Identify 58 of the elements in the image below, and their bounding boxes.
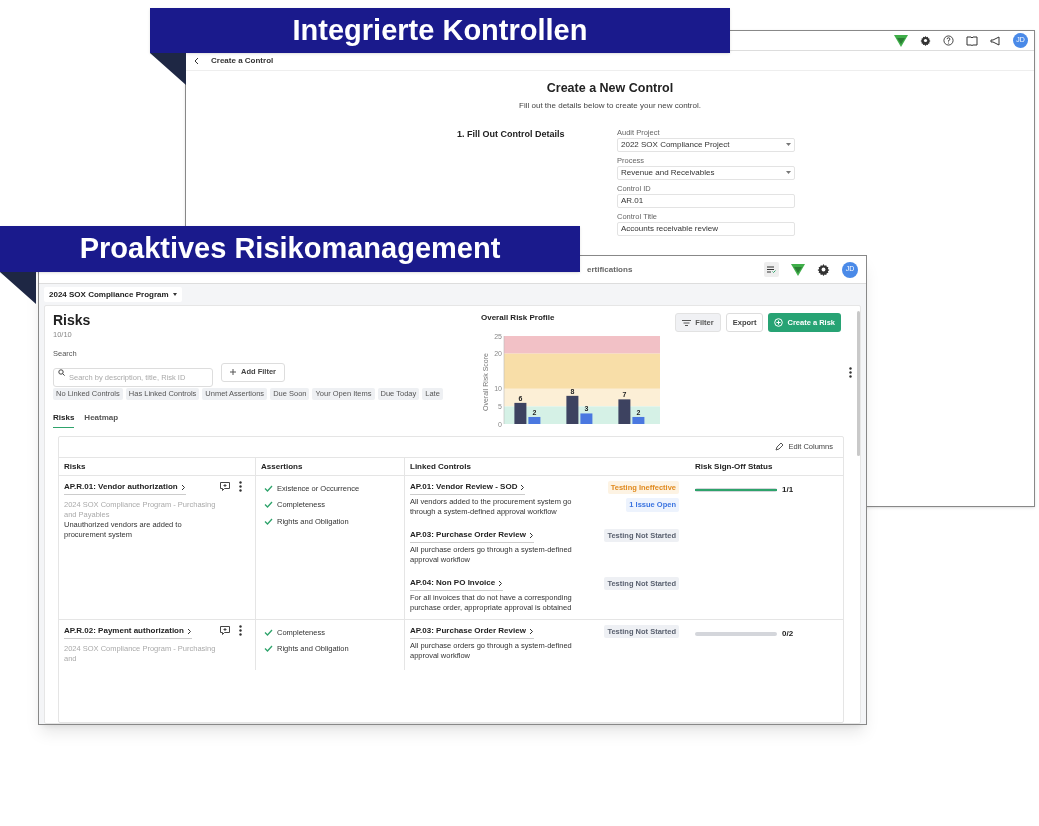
chevron-right-icon xyxy=(180,483,186,491)
task-list-icon[interactable] xyxy=(764,262,779,277)
page-subtitle: Fill out the details below to create your new control. xyxy=(519,99,701,112)
column-header: Linked Controls xyxy=(405,458,690,476)
program-selector[interactable]: 2024 SOX Compliance Program xyxy=(44,287,182,302)
logo-icon[interactable] xyxy=(894,34,908,47)
input-field[interactable]: Accounts receivable review xyxy=(617,221,795,236)
more-options-icon[interactable] xyxy=(239,481,242,492)
dropdown-caret-icon xyxy=(786,143,791,147)
banner-fold xyxy=(150,53,186,85)
section-heading: 1. Fill Out Control Details xyxy=(457,127,566,141)
title-banner: Proaktives Risikomanagement xyxy=(0,226,580,272)
chevron-right-icon xyxy=(528,627,534,635)
signoff-count: 1/1 xyxy=(782,484,794,496)
risk-title-link[interactable]: AP.R.02: Payment authorization xyxy=(64,625,192,639)
column-header: Risks xyxy=(59,458,256,476)
plus-icon xyxy=(230,369,236,375)
back-chevron-icon[interactable] xyxy=(194,56,199,65)
more-options-icon[interactable] xyxy=(849,367,852,378)
page-title: Create a New Control xyxy=(546,80,674,97)
logo-icon[interactable] xyxy=(791,263,805,276)
page-title: Risks xyxy=(53,312,92,328)
plus-circle-icon xyxy=(774,318,784,327)
control-title-link[interactable]: AP.04: Non PO Invoice xyxy=(410,577,504,591)
risk-title-link[interactable]: AP.R.01: Vendor authorization xyxy=(64,481,186,495)
dropdown-caret-icon xyxy=(786,171,791,175)
chevron-right-icon xyxy=(520,483,526,491)
book-icon[interactable] xyxy=(966,35,978,46)
filter-lines-icon xyxy=(682,319,692,326)
megaphone-icon[interactable] xyxy=(990,35,1001,46)
column-header: Assertions xyxy=(256,458,405,476)
chevron-right-icon xyxy=(498,579,504,587)
input-field[interactable]: AR.01 xyxy=(617,193,795,208)
tab[interactable]: Risks xyxy=(53,411,75,428)
page-breadcrumb: Create a Control xyxy=(211,54,274,67)
settings-icon[interactable] xyxy=(817,263,830,276)
signoff-count: 0/2 xyxy=(782,628,794,640)
comment-add-icon[interactable] xyxy=(220,626,230,635)
banner-fold xyxy=(0,272,36,304)
select-field[interactable]: Revenue and Receivables xyxy=(617,165,795,180)
settings-icon[interactable] xyxy=(920,35,931,46)
help-icon[interactable] xyxy=(943,35,954,46)
chevron-right-icon xyxy=(186,627,192,635)
chart-title: Overall Risk Profile xyxy=(481,312,556,324)
more-options-icon[interactable] xyxy=(239,625,242,636)
title-banner: Integrierte Kontrollen xyxy=(150,8,730,53)
chevron-right-icon xyxy=(528,531,534,539)
control-title-link[interactable]: AP.01: Vendor Review - SOD xyxy=(410,481,526,495)
select-field[interactable]: 2022 SOX Compliance Project xyxy=(617,137,795,152)
nav-item[interactable]: ertifications xyxy=(587,263,633,276)
control-title-link[interactable]: AP.03: Purchase Order Review xyxy=(410,529,534,543)
column-header: Risk Sign-Off Status xyxy=(690,458,843,476)
control-title-link[interactable]: AP.03: Purchase Order Review xyxy=(410,625,534,639)
search-icon xyxy=(58,368,65,376)
comment-add-icon[interactable] xyxy=(220,482,230,491)
caret-down-icon xyxy=(172,293,177,296)
tab[interactable]: Heatmap xyxy=(84,411,119,428)
pencil-icon xyxy=(775,443,784,451)
